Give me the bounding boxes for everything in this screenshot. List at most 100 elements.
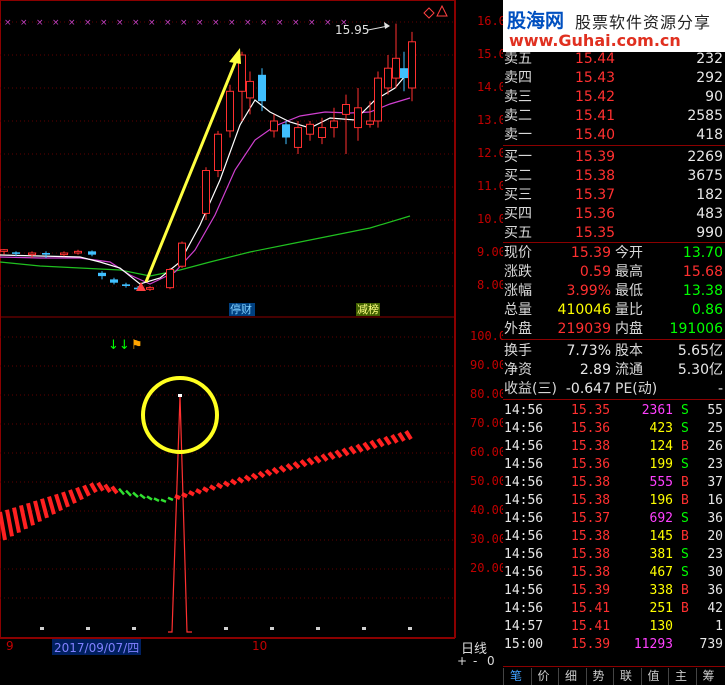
- order-level-label: 买五: [504, 225, 532, 241]
- ribbon-bar: [404, 430, 413, 441]
- candle: [166, 267, 174, 290]
- ribbon-bar: [257, 470, 266, 479]
- ribbon-bar: [320, 453, 329, 462]
- marker-x: ×: [20, 18, 28, 28]
- tick-volume: 381: [649, 547, 673, 562]
- order-volume: 182: [696, 187, 723, 203]
- ribbon-bar: [103, 483, 112, 494]
- order-volume: 2269: [687, 149, 723, 165]
- panel-tab[interactable]: 主: [668, 668, 693, 685]
- quote-info-row: 涨跌 0.59 最高 15.68: [503, 263, 725, 282]
- candlestick-chart[interactable]: × × × × × × × × × × × × × × × × × × × × × × 15.95 停财 减榜 ↓↓ ⚑: [0, 0, 455, 638]
- tick-price: 15.36: [571, 457, 611, 472]
- ribbon-bar: [160, 498, 167, 503]
- indicator-axis-label: 60.00: [470, 445, 507, 459]
- candle: [98, 271, 106, 280]
- tick-price: 15.38: [571, 547, 611, 562]
- date-selected[interactable]: 2017/09/07/四: [52, 639, 142, 656]
- ribbon-bar: [12, 507, 21, 534]
- order-volume: 3675: [687, 168, 723, 184]
- order-price: 15.42: [575, 89, 616, 105]
- ribbon-bar: [243, 474, 252, 482]
- tick-direction: S: [681, 457, 689, 472]
- tick-time: 15:00: [504, 637, 544, 652]
- ribbon-bar: [313, 455, 322, 464]
- period-controls: 日线 + - 0: [455, 638, 503, 685]
- candle: [246, 71, 254, 115]
- marker-x: ×: [276, 18, 284, 28]
- candle: [88, 250, 96, 257]
- marker-x: ×: [228, 18, 236, 28]
- order-level-label: 买一: [504, 149, 532, 165]
- order-price: 15.37: [575, 187, 616, 203]
- order-book-row: 买三 15.37 182: [503, 186, 725, 205]
- order-book-row: 卖三 15.42 90: [503, 88, 725, 107]
- indicator-axis-label: 30.00: [470, 532, 507, 546]
- ribbon-bar: [334, 449, 343, 459]
- finance-row: 净资 2.89 流通 5.30亿: [503, 361, 725, 380]
- panel-tab[interactable]: 细: [558, 668, 583, 685]
- tick-direction: B: [681, 439, 689, 454]
- marker-x: ×: [132, 18, 140, 28]
- info-value: 13.70: [682, 245, 723, 261]
- tick-count: 30: [707, 565, 723, 580]
- quote-panel: 卖五 15.44 232 卖四 15.43 292 卖三 15.42 90 卖二 15.41 2585…: [503, 0, 725, 685]
- tick-volume: 467: [649, 565, 673, 580]
- ribbon-bar: [82, 484, 91, 497]
- panel-tab[interactable]: 势: [585, 668, 611, 685]
- marker-x: ×: [260, 18, 268, 28]
- candle: [400, 51, 408, 92]
- down-arrows-icon: ↓↓: [108, 338, 130, 353]
- ribbon-bar: [167, 496, 174, 502]
- order-volume: 292: [696, 70, 723, 86]
- marker-x: ×: [36, 18, 44, 28]
- panel-tab[interactable]: 价: [530, 668, 556, 685]
- info-value: 3.99%: [566, 283, 611, 299]
- diamond-icon[interactable]: [423, 7, 435, 19]
- tick-volume: 145: [649, 529, 673, 544]
- ribbon-bar: [132, 491, 139, 498]
- panel-tab[interactable]: 笔: [503, 668, 528, 685]
- tick-direction: B: [681, 475, 689, 490]
- candle: [0, 249, 8, 255]
- ribbon-bar: [215, 482, 224, 490]
- ribbon-bar: [89, 482, 98, 494]
- tick-row: 14:56 15.41 251 B 42: [503, 600, 725, 618]
- triangle-up-icon[interactable]: [436, 4, 448, 17]
- ribbon-bar: [47, 495, 56, 515]
- marker-x: ×: [324, 18, 332, 28]
- logo-slogan: 股票软件资源分享: [575, 13, 712, 32]
- ribbon-bar: [201, 486, 210, 493]
- zoom-plus-button[interactable]: +: [457, 654, 467, 668]
- info-label: 量比: [615, 302, 643, 318]
- tick-price: 15.39: [571, 637, 611, 652]
- tick-count: 36: [707, 511, 723, 526]
- marker-x: ×: [148, 18, 156, 28]
- tick-volume: 251: [649, 601, 673, 616]
- zoom-reset-button[interactable]: 0: [487, 654, 495, 668]
- badge-jianbang[interactable]: 减榜: [357, 302, 379, 316]
- order-level-label: 卖二: [504, 108, 532, 124]
- tick-direction: B: [681, 529, 689, 544]
- candle: [306, 121, 314, 141]
- tick-row: 14:56 15.36 199 S 23: [503, 456, 725, 474]
- order-price: 15.43: [575, 70, 616, 86]
- date-axis: 9 2017/09/07/四 10: [0, 638, 455, 656]
- zoom-minus-button[interactable]: -: [473, 654, 477, 668]
- tick-direction: S: [681, 547, 689, 562]
- candle: [74, 249, 82, 255]
- panel-tab[interactable]: 筹: [695, 668, 721, 685]
- tick-time: 14:56: [504, 421, 544, 436]
- tick-row: 14:56 15.38 381 S 23: [503, 546, 725, 564]
- badge-tingcai[interactable]: 停财: [230, 302, 252, 316]
- ribbon-bar: [355, 443, 364, 453]
- ribbon-bar: [264, 468, 273, 477]
- info-label: 涨跌: [504, 264, 532, 280]
- panel-tab[interactable]: 联: [613, 668, 638, 685]
- peak-price-label: 15.95: [335, 23, 369, 37]
- panel-tab[interactable]: 值: [640, 668, 666, 685]
- finance-value: 5.30亿: [677, 362, 723, 378]
- order-book-row: 买四 15.36 483: [503, 205, 725, 224]
- tick-price: 15.36: [571, 421, 611, 436]
- quote-info-row: 外盘 219039 内盘 191006: [503, 320, 725, 339]
